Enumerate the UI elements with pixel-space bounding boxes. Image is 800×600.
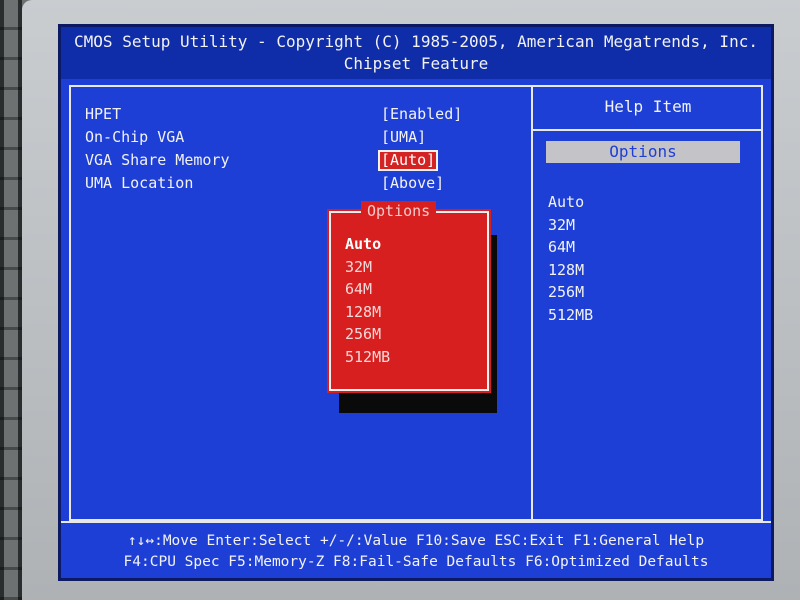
help-option: 128M: [548, 260, 585, 279]
popup-option[interactable]: 128M: [345, 301, 390, 324]
setting-label: On-Chip VGA: [85, 128, 185, 146]
setting-value[interactable]: [Enabled]: [381, 103, 462, 126]
setting-on-chip-vga[interactable]: On-Chip VGA [UMA]: [85, 126, 525, 149]
settings-list: HPET [Enabled] On-Chip VGA [UMA] VGA Sha…: [85, 103, 525, 195]
footer-line-2: F4:CPU Spec F5:Memory-Z F8:Fail-Safe Def…: [123, 554, 709, 570]
popup-option[interactable]: 32M: [345, 256, 390, 279]
help-option: 64M: [548, 238, 576, 256]
help-option: 256M: [548, 283, 585, 301]
setting-label: VGA Share Memory: [85, 151, 230, 169]
help-options-list: Auto 32M 64M 128M 256M 512MB: [548, 191, 593, 326]
help-option: 512MB: [548, 305, 594, 324]
help-header-divider: [533, 129, 763, 131]
app-title: CMOS Setup Utility - Copyright (C) 1985-…: [74, 32, 758, 51]
setting-uma-location[interactable]: UMA Location [Above]: [85, 172, 525, 195]
setting-hpet[interactable]: HPET [Enabled]: [85, 103, 525, 126]
bios-screen: CMOS Setup Utility - Copyright (C) 1985-…: [58, 24, 774, 581]
help-options-label: Options: [546, 141, 740, 163]
setting-value[interactable]: [UMA]: [381, 126, 426, 149]
popup-options-list: Auto 32M 64M 128M 256M 512MB: [345, 233, 390, 368]
help-title: Help Item: [604, 97, 692, 116]
popup-option[interactable]: 256M: [345, 323, 390, 346]
monitor-bezel: CMOS Setup Utility - Copyright (C) 1985-…: [22, 0, 800, 600]
popup-option[interactable]: 512MB: [345, 346, 390, 369]
help-option: 32M: [548, 215, 576, 234]
help-option: Auto: [548, 193, 585, 211]
popup-option[interactable]: 64M: [345, 278, 390, 301]
setting-value-selected[interactable]: [Auto]: [377, 150, 439, 171]
page-title: Chipset Feature: [343, 54, 489, 73]
popup-option-selected[interactable]: Auto: [345, 233, 390, 256]
footer-line-1: ↑↓↔:Move Enter:Select +/-/:Value F10:Sav…: [127, 533, 705, 549]
setting-vga-share-memory[interactable]: VGA Share Memory [Auto]: [85, 149, 525, 172]
popup-title: Options: [361, 201, 437, 221]
setting-label: UMA Location: [85, 174, 194, 192]
setting-value[interactable]: [Above]: [381, 172, 444, 195]
panel-divider: [531, 87, 533, 519]
options-popup: Options Auto 32M 64M 128M 256M 512MB: [327, 201, 491, 393]
title-bar: CMOS Setup Utility - Copyright (C) 1985-…: [61, 27, 771, 79]
key-help-footer: ↑↓↔:Move Enter:Select +/-/:Value F10:Sav…: [61, 521, 771, 578]
setting-label: HPET: [85, 105, 122, 123]
